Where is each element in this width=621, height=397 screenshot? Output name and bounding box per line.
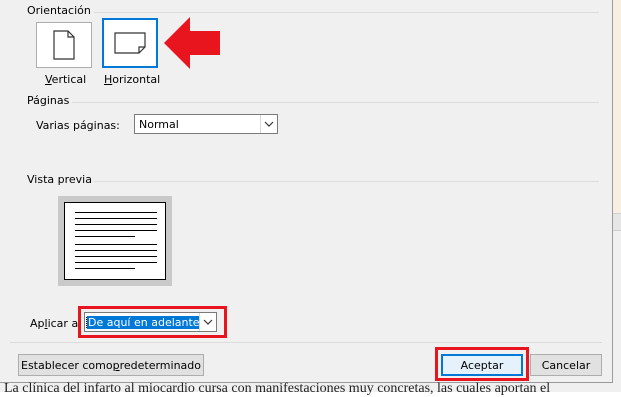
vertical-label: Vertical — [45, 73, 87, 86]
landscape-button[interactable] — [102, 18, 158, 68]
apply-label: Aplicar a: — [30, 317, 82, 330]
page-setup-dialog: Orientación Vertical Horizontal Páginas … — [0, 0, 613, 383]
apply-highlight-box — [78, 306, 227, 338]
landscape-page-icon — [114, 32, 146, 54]
preview-divider — [94, 181, 599, 182]
portrait-button[interactable] — [36, 22, 92, 68]
portrait-page-icon — [53, 30, 75, 60]
background-document-text: La clínica del infarto al miocardio curs… — [4, 381, 551, 396]
pages-divider — [72, 102, 599, 103]
preview-line — [75, 236, 135, 237]
preview-line — [75, 256, 157, 257]
horizontal-label-rest: orizontal — [112, 73, 161, 86]
preview-line — [75, 212, 157, 213]
multiple-pages-select[interactable]: Normal — [134, 114, 278, 134]
preview-title: Vista previa — [27, 173, 92, 186]
pages-title: Páginas — [27, 94, 70, 107]
multiple-pages-label: Varias páginas: — [36, 119, 120, 132]
footer-divider — [10, 342, 602, 343]
orientation-divider — [94, 12, 599, 13]
background-right-strip — [613, 0, 621, 213]
red-arrow-icon — [164, 17, 220, 69]
ok-highlight-box — [435, 347, 529, 381]
preview-line — [75, 230, 157, 231]
chevron-down-icon[interactable] — [260, 115, 277, 133]
cancel-button[interactable]: Cancelar — [530, 354, 602, 376]
preview-line — [75, 218, 157, 219]
horizontal-label: Horizontal — [104, 73, 161, 86]
preview-line — [75, 268, 135, 269]
vertical-label-rest: ertical — [51, 73, 87, 86]
preview-line — [75, 250, 157, 251]
orientation-title: Orientación — [27, 4, 91, 17]
preview-line — [75, 262, 157, 263]
preview-line — [75, 244, 157, 245]
multiple-pages-value: Normal — [139, 117, 179, 131]
preview-line — [75, 224, 157, 225]
set-default-button[interactable]: Establecer como p redeterminado — [18, 354, 204, 376]
preview-page — [64, 202, 166, 280]
